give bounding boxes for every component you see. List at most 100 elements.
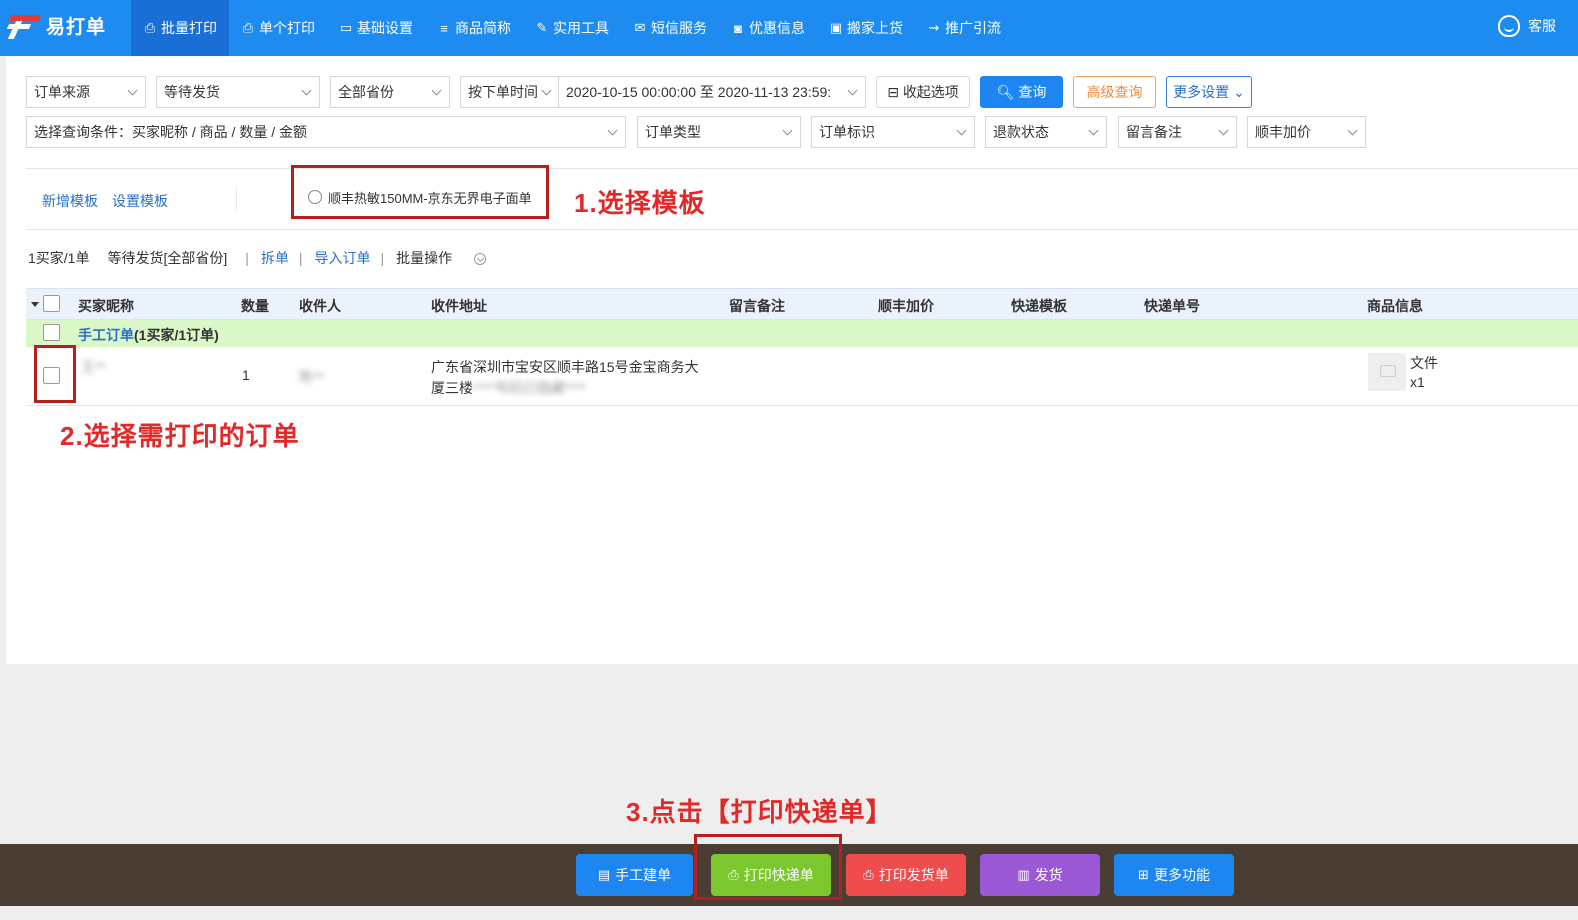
query-button[interactable]: 🔍︎ 查询	[980, 76, 1063, 108]
th-address: 收件地址	[431, 298, 487, 314]
nav-label: 优惠信息	[749, 20, 805, 36]
more-functions-button[interactable]: ⊞ 更多功能	[1114, 854, 1234, 896]
manual-create-button[interactable]: ▤ 手工建单	[576, 854, 693, 896]
th-receiver: 收件人	[299, 298, 341, 314]
caret-down-icon[interactable]	[31, 302, 39, 307]
product-name: 文件	[1410, 355, 1438, 371]
th-tracking-number: 快递单号	[1144, 298, 1200, 314]
sf-extra-select[interactable]: 顺丰加价	[1247, 116, 1366, 148]
add-template-link[interactable]: 新增模板	[42, 191, 98, 211]
nav-single-print[interactable]: ⎙ 单个打印	[229, 0, 327, 56]
batch-operation-dropdown[interactable]: 批量操作	[396, 248, 504, 268]
template-highlight-box: 顺丰热敏150MM-京东无界电子面单	[291, 165, 549, 219]
nav-label: 单个打印	[259, 20, 315, 36]
printer-icon: ⎙	[144, 20, 156, 35]
th-quantity: 数量	[241, 298, 269, 314]
monitor-icon: ▭	[339, 20, 353, 35]
batch-label: 批量操作	[396, 250, 453, 266]
chevron-down-icon	[474, 253, 487, 266]
nav-promotions[interactable]: ◙ 优惠信息	[719, 0, 817, 56]
manual-order-link[interactable]: 手工订单	[78, 327, 134, 343]
more-settings-button[interactable]: 更多设置 ⌄	[1166, 76, 1252, 108]
headset-icon	[1498, 15, 1520, 37]
date-range-input[interactable]: 2020-10-15 00:00:00 至 2020-11-13 23:59:	[558, 76, 866, 108]
nav-label: 搬家上货	[847, 20, 903, 36]
import-order-link[interactable]: 导入订单	[315, 248, 371, 268]
logo-mark-icon	[6, 13, 42, 39]
settings-template-link[interactable]: 设置模板	[112, 191, 168, 211]
th-remark: 留言备注	[729, 298, 785, 314]
collapse-options-button[interactable]: ⊟ 收起选项	[876, 76, 970, 108]
chevron-down-icon: ⌄	[1229, 84, 1245, 100]
row-checkbox[interactable]	[43, 367, 60, 384]
table-row[interactable]: 王** 1 陈** 广东省深圳市宝安区顺丰路15号金宝商务大 厦三楼****号码…	[26, 345, 1578, 406]
annotation-step2: 2.选择需打印的订单	[60, 421, 300, 451]
nav-label: 批量打印	[161, 20, 217, 36]
nav-label: 推广引流	[945, 20, 1001, 36]
button-label: 打印发货单	[878, 867, 949, 883]
refund-status-select[interactable]: 退款状态	[985, 116, 1107, 148]
address-line2: 厦三楼****号码已隐藏****	[431, 378, 587, 398]
th-express-template: 快递模板	[1011, 298, 1067, 314]
time-type-select[interactable]: 按下单时间	[460, 76, 560, 108]
status-select[interactable]: 等待发货	[156, 76, 320, 108]
bus-icon: ▥	[1017, 867, 1030, 882]
separator: |	[380, 250, 385, 266]
advanced-query-button[interactable]: 高级查询	[1073, 76, 1156, 108]
summary-count: 1买家/1单	[28, 250, 90, 266]
order-source-select[interactable]: 订单来源	[26, 76, 146, 108]
nav-sms[interactable]: ✉ 短信服务	[621, 0, 719, 56]
remark-select[interactable]: 留言备注	[1118, 116, 1237, 148]
separator: |	[298, 250, 303, 266]
summary-status: 等待发货[全部省份]	[107, 250, 228, 266]
plus-square-icon: ⊞	[1138, 867, 1149, 882]
address-line2-visible: 厦三楼	[431, 380, 473, 396]
nav-product-abbr[interactable]: ≡ 商品简称	[425, 0, 523, 56]
envelope-icon: ✉	[634, 20, 646, 35]
split-order-link[interactable]: 拆单	[261, 248, 289, 268]
nav-move-listing[interactable]: ▣ 搬家上货	[817, 0, 915, 56]
template-area: 新增模板 设置模板 顺丰热敏150MM-京东无界电子面单 1.选择模板	[26, 165, 1578, 230]
collapse-label: 收起选项	[902, 84, 959, 100]
order-group-row: 手工订单(1买家/1订单)	[26, 320, 1578, 347]
query-condition-select[interactable]: 选择查询条件：买家昵称 / 商品 / 数量 / 金额	[26, 116, 626, 148]
nav-label: 短信服务	[651, 20, 707, 36]
nav-basic-settings[interactable]: ▭ 基础设置	[327, 0, 425, 56]
app-logo[interactable]: 易打单	[6, 12, 106, 39]
nav-promotion-traffic[interactable]: ⇝ 推广引流	[915, 0, 1013, 56]
ticket-icon: ◙	[734, 20, 742, 36]
customer-service[interactable]: 客服	[1498, 15, 1556, 37]
province-select[interactable]: 全部省份	[330, 76, 450, 108]
group-count: (1买家/1订单)	[134, 327, 219, 343]
group-label: 手工订单(1买家/1订单)	[78, 325, 219, 345]
annotation-step3: 3.点击【打印快递单】	[626, 797, 893, 827]
printer-icon: ⎙	[863, 867, 874, 882]
select-all-checkbox[interactable]	[43, 295, 60, 312]
minus-square-icon: ⊟	[887, 84, 903, 100]
group-checkbox[interactable]	[43, 324, 60, 341]
printer-icon: ⎙	[242, 20, 254, 35]
nav-tools[interactable]: ✎ 实用工具	[523, 0, 621, 56]
footer-strip	[0, 906, 1578, 920]
main-nav: ⎙ 批量打印 ⎙ 单个打印 ▭ 基础设置 ≡ 商品简称 ✎ 实用工具 ✉ 短信服务 ◙ 优惠信…	[131, 0, 1013, 56]
th-buyer: 买家昵称	[78, 298, 134, 314]
query-label: 查询	[1018, 84, 1047, 100]
search-icon: 🔍︎	[996, 84, 1019, 100]
order-type-select[interactable]: 订单类型	[637, 116, 801, 148]
print-delivery-button[interactable]: ⎙ 打印发货单	[846, 854, 966, 896]
product-thumbnail	[1368, 353, 1406, 391]
separator: |	[245, 250, 249, 266]
document-icon: ▤	[597, 867, 611, 882]
order-flag-select[interactable]: 订单标识	[811, 116, 975, 148]
th-product-info: 商品信息	[1367, 298, 1423, 314]
button-label: 手工建单	[615, 867, 672, 883]
template-radio[interactable]	[308, 190, 322, 204]
top-nav: 易打单 ⎙ 批量打印 ⎙ 单个打印 ▭ 基础设置 ≡ 商品简称 ✎ 实用工具 ✉ 短信服务 …	[0, 0, 1578, 56]
divider	[236, 187, 237, 211]
template-option-label[interactable]: 顺丰热敏150MM-京东无界电子面单	[328, 188, 532, 207]
ship-button[interactable]: ▥ 发货	[980, 854, 1100, 896]
nav-batch-print[interactable]: ⎙ 批量打印	[131, 0, 229, 56]
service-label: 客服	[1528, 18, 1556, 34]
nav-label: 基础设置	[357, 20, 413, 36]
th-sf-extra: 顺丰加价	[878, 298, 934, 314]
